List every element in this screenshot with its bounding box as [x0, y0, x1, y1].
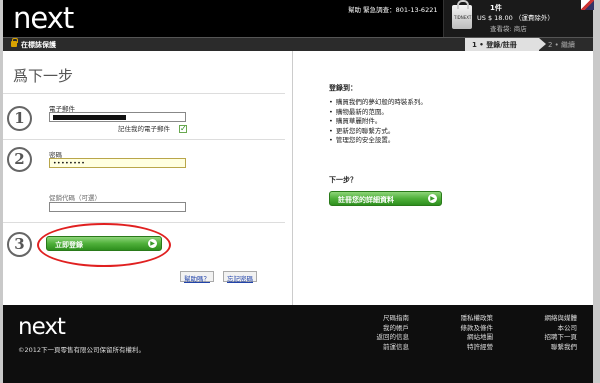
shopping-bag-icon[interactable]: TIDNEXT — [452, 0, 472, 29]
step-2-number: 2 — [7, 147, 32, 172]
copyright: ©2012下一頁零售有限公司保留所有權利。 — [18, 346, 146, 354]
footer-link[interactable]: 條款及條件 — [435, 324, 494, 334]
email-field[interactable] — [49, 112, 186, 122]
step-continue: 2 • 繼續 — [548, 41, 576, 49]
arrow-right-icon: ▶ — [428, 194, 437, 203]
site-footer: next ©2012下一頁零售有限公司保留所有權利。 尺碼指南 我的帳戶 返回的… — [3, 305, 593, 383]
remember-email-checkbox[interactable] — [179, 124, 187, 133]
view-bag-link[interactable]: 查看袋: 商店 — [490, 23, 527, 33]
footer-link[interactable]: 前運信息 — [355, 343, 409, 353]
step-1-number: 1 — [7, 106, 32, 131]
bag-total: US $ 18.00 （運費除外） — [477, 14, 554, 22]
benefits-list: 購買我們的夢幻般的時裝系列。 購物最新的范圍。 購買華麗附件。 更新您的聯繫方式… — [329, 98, 427, 146]
footer-link[interactable]: 本公司 — [517, 324, 578, 334]
list-item: 購買我們的夢幻般的時裝系列。 — [329, 98, 427, 108]
footer-links-col-3: 網絡與媒體 本公司 招聘下一頁 聯繫我們 — [517, 314, 578, 353]
list-item: 購買華麗附件。 — [329, 117, 427, 127]
login-panel: 爲下一步 1 電子郵件 記住我的電子郵件 2 密碼 •••••••• 促銷代碼（… — [3, 51, 293, 305]
help-hotline[interactable]: 幫助 緊急調查：801-13-6221 — [348, 4, 437, 14]
password-field[interactable]: •••••••• — [49, 158, 186, 168]
shopping-bag-summary[interactable]: TIDNEXT 1件 US $ 18.00 （運費除外） 查看袋: 商店 — [443, 0, 594, 37]
footer-link[interactable]: 網絡與媒體 — [517, 314, 578, 324]
divider — [3, 222, 285, 223]
help-button[interactable]: 幫助嗎？ — [180, 271, 214, 283]
country-flag-icon[interactable] — [581, 0, 594, 10]
remember-email-label: 記住我的電子郵件 — [118, 125, 170, 133]
red-highlight-circle — [37, 223, 171, 267]
footer-link[interactable]: 隱私權政策 — [435, 314, 494, 324]
step-login-register: 1 • 登錄/註冊 — [465, 38, 546, 51]
lock-icon — [11, 38, 18, 47]
login-benefits-title: 登錄到： — [329, 84, 357, 92]
browser-frame: next 幫助 緊急調查：801-13-6221 TIDNEXT 1件 US $… — [3, 0, 594, 383]
footer-link[interactable]: 招聘下一頁 — [517, 333, 578, 343]
footer-link[interactable]: 尺碼指南 — [355, 314, 409, 324]
divider — [3, 93, 285, 94]
footer-link[interactable]: 我的帳戶 — [355, 324, 409, 334]
next-logo[interactable]: next — [13, 1, 74, 35]
footer-link[interactable]: 網站地圖 — [435, 333, 493, 343]
next-step-title: 下一步？ — [329, 176, 357, 184]
list-item: 購物最新的范圍。 — [329, 108, 427, 118]
footer-link[interactable]: 返回的信息 — [355, 333, 410, 343]
secure-checkout-bar: 在標誌保護 1 • 登錄/註冊 2 • 繼續 — [3, 37, 593, 51]
register-details-button[interactable]: 註冊您的詳細資料 ▶ — [329, 191, 442, 206]
footer-links-col-1: 尺碼指南 我的帳戶 返回的信息 前運信息 — [355, 314, 410, 353]
footer-link[interactable]: 特許經營 — [435, 343, 493, 353]
step-3-number: 3 — [7, 232, 32, 257]
page-title: 爲下一步 — [13, 67, 74, 85]
main-content: 爲下一步 1 電子郵件 記住我的電子郵件 2 密碼 •••••••• 促銷代碼（… — [3, 51, 593, 305]
list-item: 更新您的聯繫方式。 — [329, 127, 427, 137]
forgot-password-button[interactable]: 忘記密碼 — [223, 271, 257, 283]
footer-links-col-2: 隱私權政策 條款及條件 網站地圖 特許經營 — [435, 314, 494, 353]
promo-code-label: 促銷代碼（可選） — [49, 194, 101, 202]
promo-code-field[interactable] — [49, 202, 186, 212]
footer-link[interactable]: 聯繫我們 — [517, 343, 577, 353]
list-item: 管理您的安全設置。 — [329, 136, 427, 146]
secure-label: 在標誌保護 — [21, 41, 56, 49]
footer-next-logo[interactable]: next — [18, 314, 66, 340]
site-header: next 幫助 緊急調查：801-13-6221 TIDNEXT 1件 US $… — [3, 0, 594, 37]
divider — [3, 139, 285, 140]
